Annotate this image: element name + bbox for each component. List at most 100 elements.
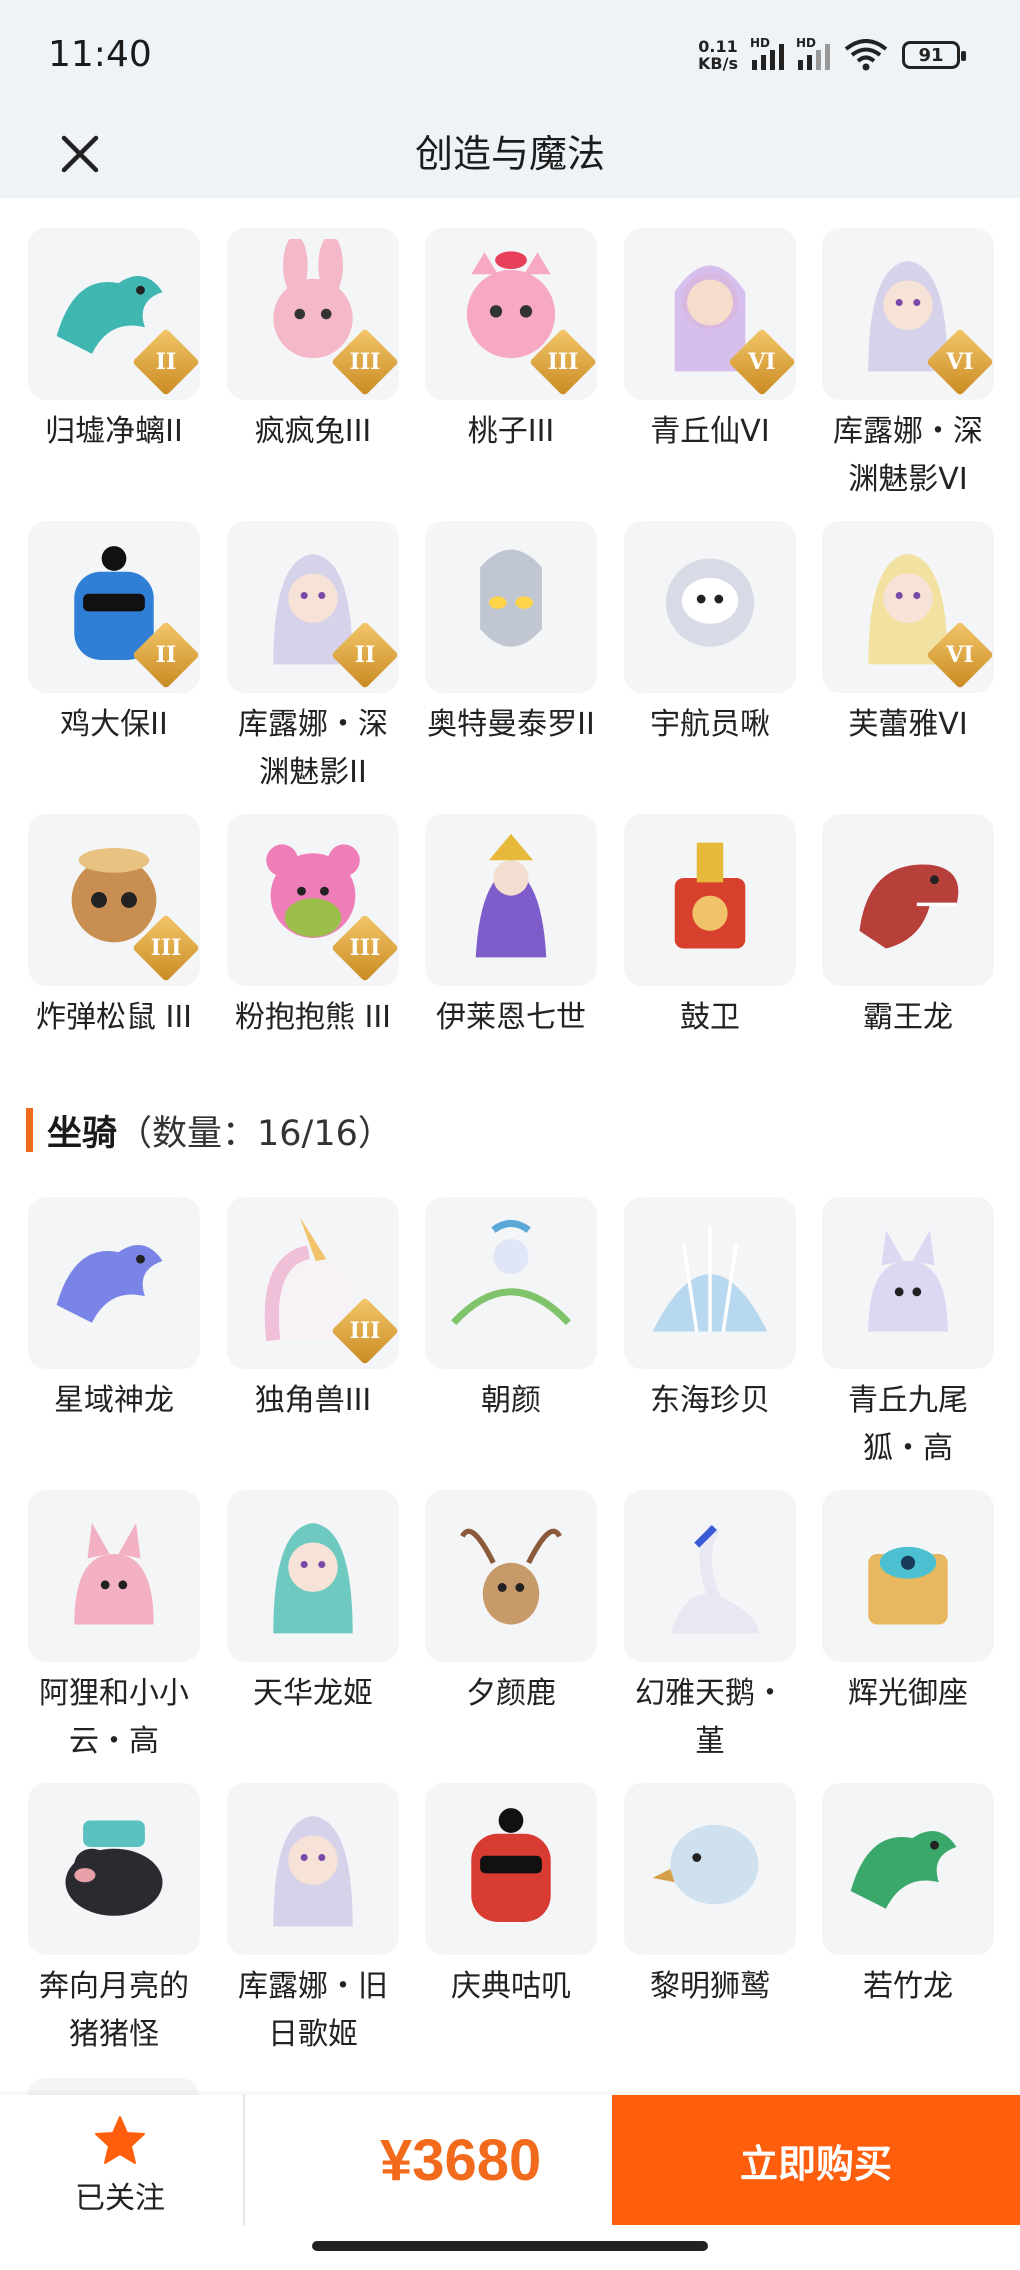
item-thumbnail[interactable] — [822, 1490, 994, 1662]
level-badge-text: VI — [946, 642, 974, 668]
item-thumbnail[interactable] — [624, 1783, 796, 1955]
section-accent-bar — [26, 1108, 33, 1152]
grid-item[interactable]: 东海珍贝 — [621, 1197, 799, 1425]
item-thumbnail[interactable] — [425, 1197, 597, 1369]
item-thumbnail[interactable] — [425, 521, 597, 693]
level-badge: III — [331, 1297, 399, 1365]
grid-item[interactable]: II 鸡大保II — [25, 521, 203, 749]
grid-item[interactable]: 朝颜 — [422, 1197, 600, 1425]
pig-icon — [65, 1820, 163, 1916]
item-label: 朝颜 — [481, 1383, 541, 1418]
grid-item[interactable]: 宇航员啾 — [621, 521, 799, 749]
level-badge-text: III — [547, 349, 579, 375]
level-badge-text: VI — [946, 349, 974, 375]
queen-icon — [475, 833, 547, 958]
grid-item[interactable]: II 归墟净螭II — [25, 228, 203, 456]
item-thumbnail[interactable] — [425, 1783, 597, 1955]
item-thumbnail[interactable] — [425, 1490, 597, 1662]
page-title: 创造与魔法 — [414, 132, 605, 176]
grid-item[interactable]: 奥特曼泰罗II — [422, 521, 600, 749]
grid-item[interactable]: III 疯疯兔III — [224, 228, 402, 456]
item-label: 伊莱恩七世 — [436, 1000, 586, 1035]
home-indicator[interactable] — [312, 2241, 708, 2251]
grid-item[interactable]: III 桃子III — [422, 228, 600, 456]
level-badge-text: II — [155, 642, 177, 668]
item-thumbnail[interactable] — [822, 1197, 994, 1369]
level-badge: VI — [728, 328, 796, 396]
grid-item[interactable]: 庆典咕叽 — [422, 1783, 600, 2011]
item-thumbnail[interactable] — [227, 1490, 399, 1662]
item-thumbnail[interactable] — [822, 814, 994, 986]
follow-button[interactable]: 已关注 — [40, 2115, 200, 2225]
item-thumbnail[interactable]: II — [227, 521, 399, 693]
level-badge-text: III — [349, 349, 381, 375]
item-thumbnail[interactable] — [624, 814, 796, 986]
astronaut-icon — [665, 558, 755, 647]
status-bar: 11:40 0.11 KB/s HD HD 91 — [0, 0, 1020, 110]
grid-item[interactable]: III 独角兽III — [224, 1197, 402, 1425]
grid-item[interactable]: II 库露娜・深渊魅影II — [224, 521, 402, 797]
item-thumbnail[interactable]: II — [28, 228, 200, 400]
grid-item[interactable]: III 粉抱抱熊 III — [224, 814, 402, 1042]
item-label: 粉抱抱熊 III — [234, 1000, 392, 1035]
item-thumbnail[interactable]: III — [227, 1197, 399, 1369]
level-badge: III — [132, 914, 200, 982]
fox-icon — [74, 1523, 154, 1625]
item-thumbnail[interactable]: III — [227, 228, 399, 400]
mounts-section-header: 坐骑 （数量：16/16） — [26, 1100, 393, 1160]
grid-item[interactable]: 伊莱恩七世 — [422, 814, 600, 1042]
item-label: 庆典咕叽 — [451, 1969, 571, 2004]
grid-item[interactable]: 星域神龙 — [25, 1197, 203, 1425]
item-thumbnail[interactable] — [624, 1197, 796, 1369]
item-label: 青丘九尾狐・高 — [848, 1383, 968, 1466]
grid-item[interactable]: 黎明狮鹫 — [621, 1783, 799, 2011]
item-thumbnail[interactable]: II — [28, 521, 200, 693]
item-thumbnail[interactable] — [822, 1783, 994, 1955]
bird-icon — [471, 1808, 551, 1922]
grid-item[interactable]: 奔向月亮的猪猪怪 — [25, 1783, 203, 2059]
grid-item[interactable]: 青丘九尾狐・高 — [819, 1197, 997, 1473]
item-thumbnail[interactable]: VI — [822, 521, 994, 693]
item-thumbnail[interactable]: III — [227, 814, 399, 986]
grid-item[interactable]: 天华龙姬 — [224, 1490, 402, 1718]
buy-now-button[interactable]: 立即购买 — [612, 2095, 1020, 2225]
grid-item[interactable]: VI 芙蕾雅VI — [819, 521, 997, 749]
network-speed-unit: KB/s — [698, 54, 738, 73]
level-badge: III — [331, 328, 399, 396]
item-thumbnail[interactable] — [624, 1490, 796, 1662]
shell-icon — [652, 1225, 768, 1332]
item-thumbnail[interactable] — [28, 1783, 200, 1955]
level-badge: III — [331, 914, 399, 982]
grid-item[interactable]: 库露娜・旧日歌姬 — [224, 1783, 402, 2059]
griffin-icon — [652, 1824, 759, 1905]
item-label: 芙蕾雅VI — [848, 707, 968, 742]
item-thumbnail[interactable] — [624, 521, 796, 693]
battery-icon: 91 — [902, 41, 966, 69]
level-badge-text: II — [354, 642, 376, 668]
grid-item[interactable]: VI 库露娜・深渊魅影VI — [819, 228, 997, 504]
item-label: 若竹龙 — [863, 1969, 953, 2004]
grid-item[interactable]: 霸王龙 — [819, 814, 997, 1042]
item-thumbnail[interactable]: VI — [624, 228, 796, 400]
item-thumbnail[interactable] — [227, 1783, 399, 1955]
grid-item[interactable]: 辉光御座 — [819, 1490, 997, 1718]
item-thumbnail[interactable]: III — [28, 814, 200, 986]
grid-item[interactable]: 阿狸和小小云・高 — [25, 1490, 203, 1766]
drum-icon — [674, 842, 746, 949]
item-thumbnail[interactable] — [28, 1197, 200, 1369]
level-badge: III — [529, 328, 597, 396]
item-thumbnail[interactable]: III — [425, 228, 597, 400]
grid-item[interactable]: 若竹龙 — [819, 1783, 997, 2011]
item-thumbnail[interactable]: VI — [822, 228, 994, 400]
grid-item[interactable]: 幻雅天鹅・堇 — [621, 1490, 799, 1766]
deer-icon — [460, 1528, 562, 1625]
grid-item[interactable]: VI 青丘仙VI — [621, 228, 799, 456]
grid-item[interactable]: 鼓卫 — [621, 814, 799, 1042]
level-badge: VI — [926, 621, 994, 689]
item-thumbnail[interactable] — [28, 1490, 200, 1662]
grid-item[interactable]: III 炸弹松鼠 III — [25, 814, 203, 1042]
item-thumbnail[interactable] — [425, 814, 597, 986]
grid-item[interactable]: 夕颜鹿 — [422, 1490, 600, 1718]
signal-icon: HD — [750, 36, 784, 70]
app-header: 创造与魔法 — [0, 110, 1020, 198]
